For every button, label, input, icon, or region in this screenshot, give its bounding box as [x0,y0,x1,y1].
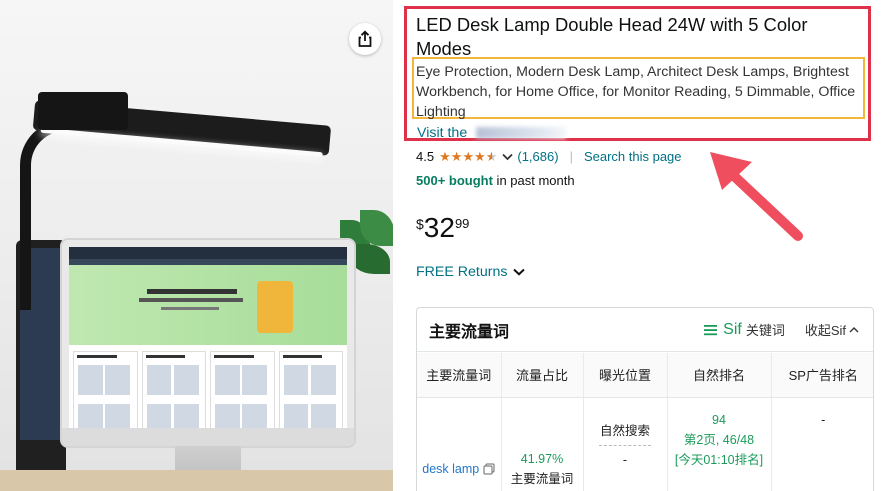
copy-icon[interactable] [483,463,495,475]
product-image[interactable] [0,0,393,491]
keyword-link[interactable]: desk lamp [422,459,495,479]
list-icon [704,324,718,335]
monitor [60,238,356,448]
sp-rank-cell: - [771,397,873,491]
price: $ 32 99 [416,212,469,244]
sif-keywords-button[interactable]: Sif 关键词 [704,320,785,339]
rating-value: 4.5 [416,149,435,164]
panel-title: 主要流量词 [429,323,510,341]
column-header: 曝光位置 [583,353,668,398]
monitor-screen [69,247,347,428]
position-cell: 自然搜索 - [583,397,668,491]
organic-rank-cell: 94 第2页, 46/48 [今天01:10排名] [667,397,772,491]
bought-period: in past month [492,173,575,188]
star-rating[interactable]: ★ ★ ★ ★ ★ [439,148,498,164]
traffic-keyword-table: 主要流量词 流量占比 曝光位置 自然排名 SP广告排名 desk lamp 41… [417,353,873,491]
rating-row: 4.5 ★ ★ ★ ★ ★ (1,686) | Search this page [416,149,682,164]
free-returns-label: FREE Returns [416,264,508,280]
column-header: 流量占比 [501,353,584,398]
share-button[interactable] [349,23,381,55]
divider [599,444,651,446]
keyword-text: desk lamp [422,462,480,476]
price-symbol: $ [416,216,424,232]
share-label: 主要流量词 [510,472,574,486]
lamp-clamp [38,92,128,130]
price-fraction: 99 [454,216,470,231]
column-header: SP广告排名 [771,353,873,398]
organic-rank-time[interactable]: [今天01:10排名] [668,450,771,470]
separator: | [569,149,573,164]
sif-traffic-panel: 主要流量词 Sif 关键词 收起Sif 主要流量词 流量占比 曝光位置 自然排名… [416,307,874,491]
free-returns-link[interactable]: FREE Returns [416,264,529,280]
product-details: LED Desk Lamp Double Head 24W with 5 Col… [404,0,883,491]
share-icon [358,30,372,47]
keyword-cell: desk lamp [417,397,502,491]
star-icon: ★ [474,148,486,164]
chevron-down-icon [513,268,526,276]
star-icon: ★ [462,148,475,164]
panel-header: 主要流量词 Sif 关键词 收起Sif [417,308,873,352]
search-this-page-link[interactable]: Search this page [584,149,682,164]
price-whole: 32 [423,212,455,243]
annotation-arrow-icon [710,152,803,241]
half-star-icon: ★ [485,148,498,164]
product-subtitle: Eye Protection, Modern Desk Lamp, Archit… [416,64,856,120]
traffic-share: 41.97% [520,452,564,466]
organic-rank[interactable]: 94 [668,410,771,430]
review-count-link[interactable]: (1,686) [517,149,558,164]
bought-count: 500+ bought [416,173,493,188]
star-icon: ★ [439,148,451,164]
collapse-label: 收起Sif [804,323,846,338]
column-header: 主要流量词 [417,353,502,398]
table-header-row: 主要流量词 流量占比 曝光位置 自然排名 SP广告排名 [417,353,873,398]
table-row: desk lamp 41.97% 主要流量词 自然搜索 - 94 第2页, 46… [417,397,873,491]
chevron-down-icon[interactable] [502,153,513,161]
sif-keywords-label: 关键词 [745,323,785,338]
sp-rank: - [821,412,826,427]
sif-brand: Sif [723,320,742,338]
desk-surface [0,470,393,491]
star-icon: ★ [450,148,463,164]
product-title: LED Desk Lamp Double Head 24W with 5 Col… [416,14,808,59]
organic-rank-page[interactable]: 第2页, 46/48 [668,430,771,450]
position-dash: - [622,452,628,467]
chevron-up-icon [849,326,859,333]
collapse-sif-button[interactable]: 收起Sif [805,320,863,339]
bought-in-past-month: 500+ bought in past month [416,173,575,188]
position-label: 自然搜索 [599,423,650,438]
column-header: 自然排名 [667,353,772,398]
share-cell: 41.97% 主要流量词 [501,397,584,491]
store-name-blur [476,127,566,139]
